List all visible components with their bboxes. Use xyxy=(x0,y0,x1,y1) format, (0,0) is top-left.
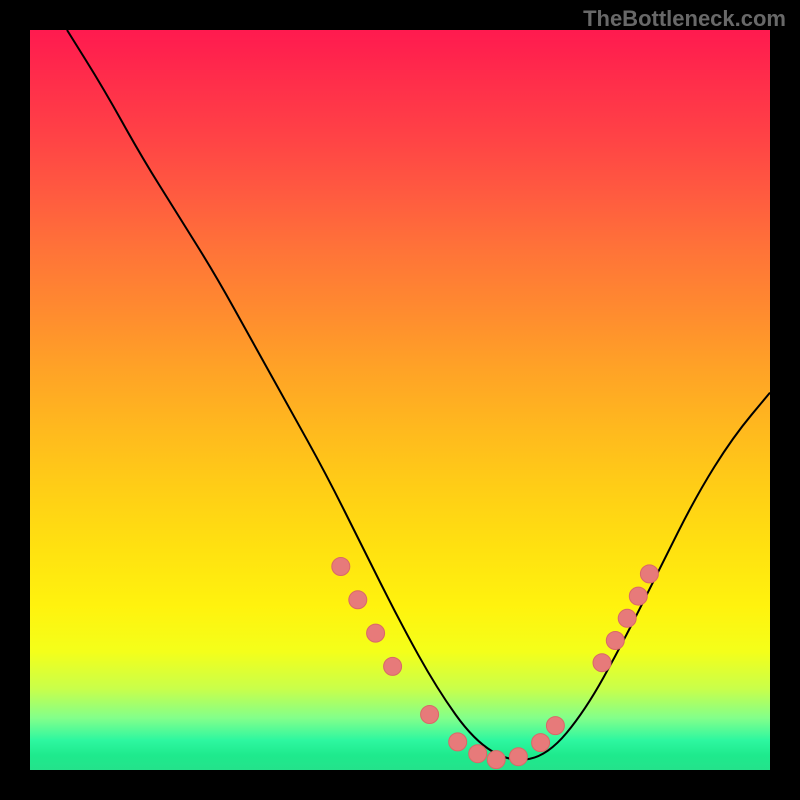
curve-marker xyxy=(509,748,527,766)
curve-marker xyxy=(367,624,385,642)
curve-markers xyxy=(332,558,659,769)
curve-marker xyxy=(546,717,564,735)
curve-marker xyxy=(384,657,402,675)
curve-marker xyxy=(606,632,624,650)
curve-marker xyxy=(469,745,487,763)
curve-marker xyxy=(421,706,439,724)
curve-marker xyxy=(332,558,350,576)
curve-marker xyxy=(449,733,467,751)
curve-marker xyxy=(593,654,611,672)
plot-area xyxy=(30,30,770,770)
curve-marker xyxy=(532,734,550,752)
watermark-text: TheBottleneck.com xyxy=(583,6,786,32)
curve-marker xyxy=(629,587,647,605)
curve-marker xyxy=(349,591,367,609)
curve-marker xyxy=(640,565,658,583)
curve-marker xyxy=(618,609,636,627)
curve-marker xyxy=(487,751,505,769)
chart-svg xyxy=(30,30,770,770)
bottleneck-curve xyxy=(67,30,770,760)
